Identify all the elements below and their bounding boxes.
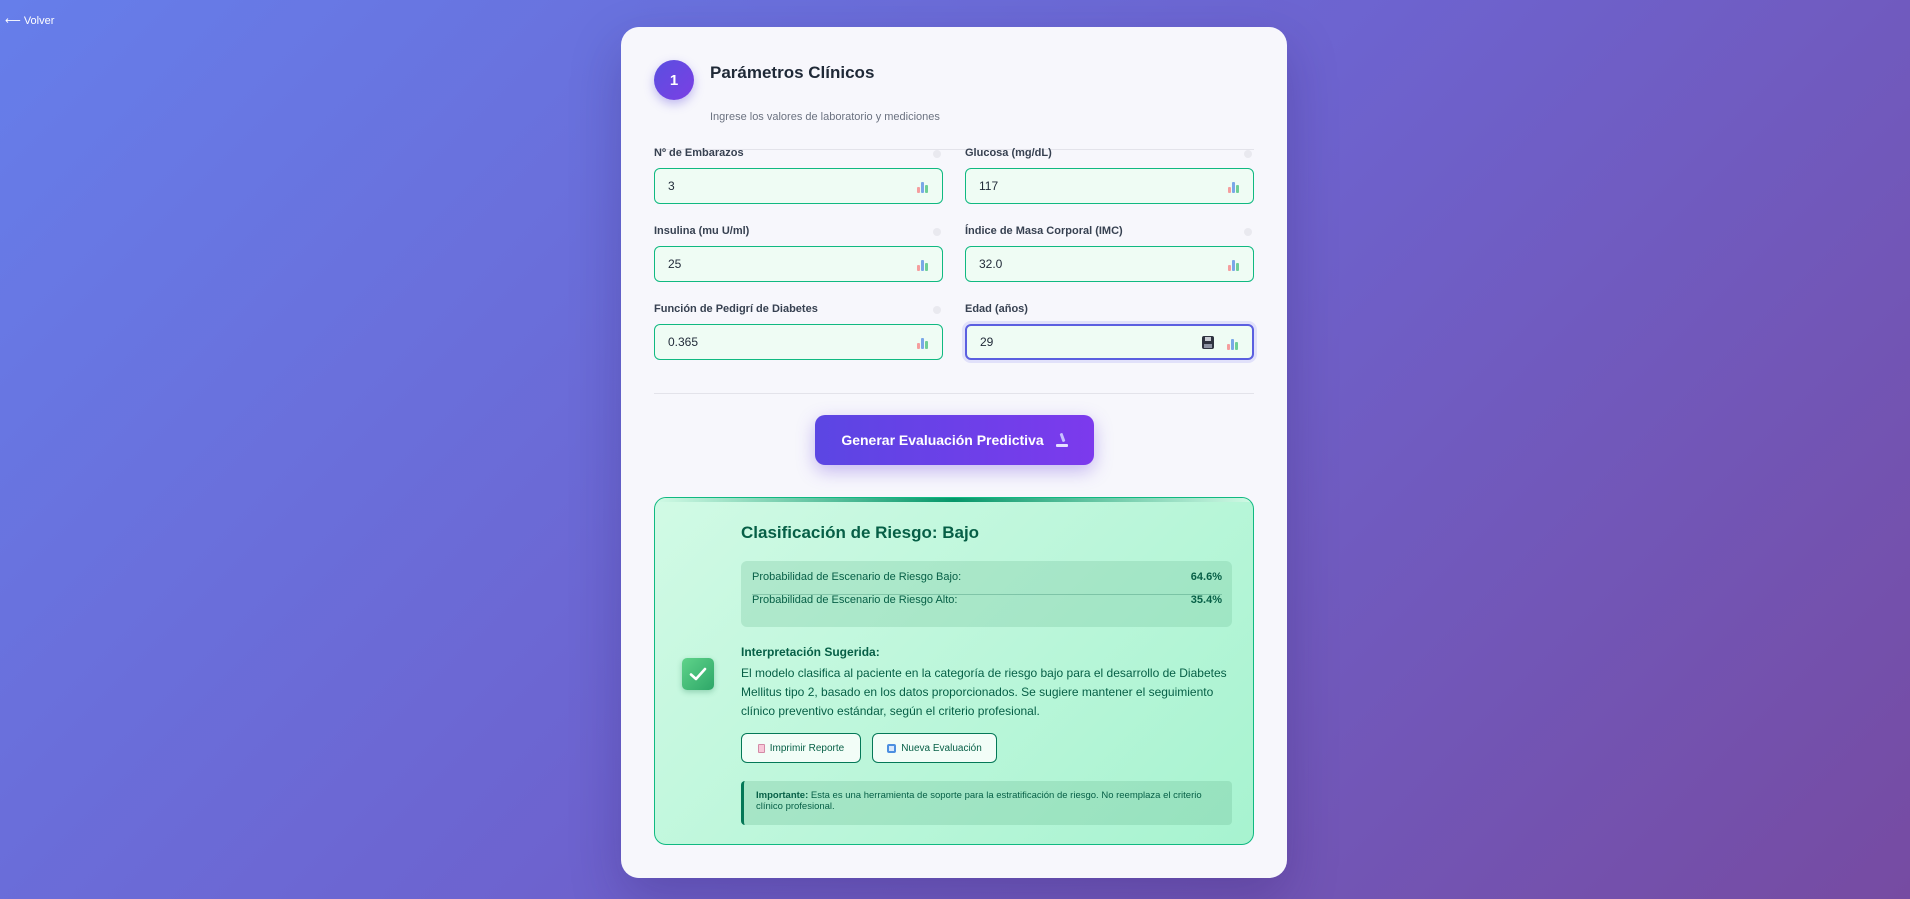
pedigree-box (654, 324, 943, 360)
interpretation-text: El modelo clasifica al paciente en la ca… (741, 666, 1227, 718)
insulin-input[interactable] (668, 247, 888, 281)
info-dot-icon (933, 306, 941, 314)
section-subtitle: Ingrese los valores de laboratorio y med… (710, 111, 940, 123)
probability-row-high: Probabilidad de Escenario de Riesgo Alto… (752, 588, 1222, 610)
new-evaluation-label: Nueva Evaluación (901, 742, 982, 754)
probability-row-low: Probabilidad de Escenario de Riesgo Bajo… (752, 565, 1222, 587)
bmi-input[interactable] (979, 247, 1199, 281)
print-report-button[interactable]: Imprimir Reporte (741, 733, 861, 763)
section-header: 1 Parámetros Clínicos Ingrese los valore… (654, 60, 1254, 150)
pedigree-input[interactable] (668, 325, 888, 359)
result-accent-bar (655, 498, 1253, 502)
bar-chart-icon (916, 336, 930, 350)
refresh-icon (887, 743, 897, 753)
info-dot-icon (1244, 228, 1252, 236)
probability-box: Probabilidad de Escenario de Riesgo Bajo… (741, 561, 1232, 627)
field-label: Insulina (mu U/ml) (654, 225, 750, 237)
bar-chart-icon (1226, 337, 1240, 351)
notice-strong: Importante: (756, 790, 809, 801)
field-pedigree: Función de Pedigrí de Diabetes (654, 303, 943, 360)
age-input[interactable] (980, 326, 1200, 358)
form-card: 1 Parámetros Clínicos Ingrese los valore… (621, 27, 1287, 878)
bar-chart-icon (916, 180, 930, 194)
info-dot-icon (933, 150, 941, 158)
check-icon (682, 658, 714, 690)
bar-chart-icon (916, 258, 930, 272)
back-link[interactable]: ⟵ Volver (5, 14, 54, 27)
age-box (965, 324, 1254, 360)
glucose-box (965, 168, 1254, 204)
info-dot-icon (1244, 150, 1252, 158)
field-age: Edad (años) (965, 303, 1254, 360)
pregnancies-input[interactable] (668, 169, 888, 203)
info-dot-icon (933, 228, 941, 236)
step-number-badge: 1 (654, 60, 694, 100)
field-bmi: Índice de Masa Corporal (IMC) (965, 225, 1254, 282)
field-label: Glucosa (mg/dL) (965, 147, 1052, 159)
bar-chart-icon (1227, 258, 1241, 272)
probability-value: 64.6% (1190, 571, 1222, 583)
generate-evaluation-button[interactable]: Generar Evaluación Predictiva (815, 415, 1094, 465)
field-label: Nº de Embarazos (654, 147, 744, 159)
field-label: Función de Pedigrí de Diabetes (654, 303, 818, 315)
bmi-box (965, 246, 1254, 282)
save-icon (1202, 336, 1214, 349)
notice-text: Esta es una herramienta de soporte para … (756, 790, 1202, 812)
glucose-input[interactable] (979, 169, 1199, 203)
generate-evaluation-label: Generar Evaluación Predictiva (841, 432, 1044, 448)
field-insulin: Insulina (mu U/ml) (654, 225, 943, 282)
result-panel: Clasificación de Riesgo: Bajo Probabilid… (654, 497, 1254, 845)
interpretation-title: Interpretación Sugerida: (741, 645, 880, 659)
new-evaluation-button[interactable]: Nueva Evaluación (872, 733, 997, 763)
probability-label: Probabilidad de Escenario de Riesgo Bajo… (752, 571, 962, 583)
field-glucose: Glucosa (mg/dL) (965, 147, 1254, 204)
bar-chart-icon (1227, 180, 1241, 194)
disclaimer-notice: Importante: Esta es una herramienta de s… (741, 781, 1232, 825)
section-divider (654, 393, 1254, 394)
probability-label: Probabilidad de Escenario de Riesgo Alto… (752, 594, 958, 606)
field-label: Índice de Masa Corporal (IMC) (965, 225, 1123, 237)
document-icon (757, 743, 765, 753)
field-pregnancies: Nº de Embarazos (654, 147, 943, 204)
risk-classification-title: Clasificación de Riesgo: Bajo (741, 523, 980, 542)
insulin-box (654, 246, 943, 282)
print-report-label: Imprimir Reporte (769, 742, 845, 754)
section-title: Parámetros Clínicos (710, 63, 875, 82)
field-label: Edad (años) (965, 303, 1028, 315)
pregnancies-box (654, 168, 943, 204)
probability-value: 35.4% (1190, 594, 1222, 606)
microscope-icon (1055, 433, 1068, 447)
